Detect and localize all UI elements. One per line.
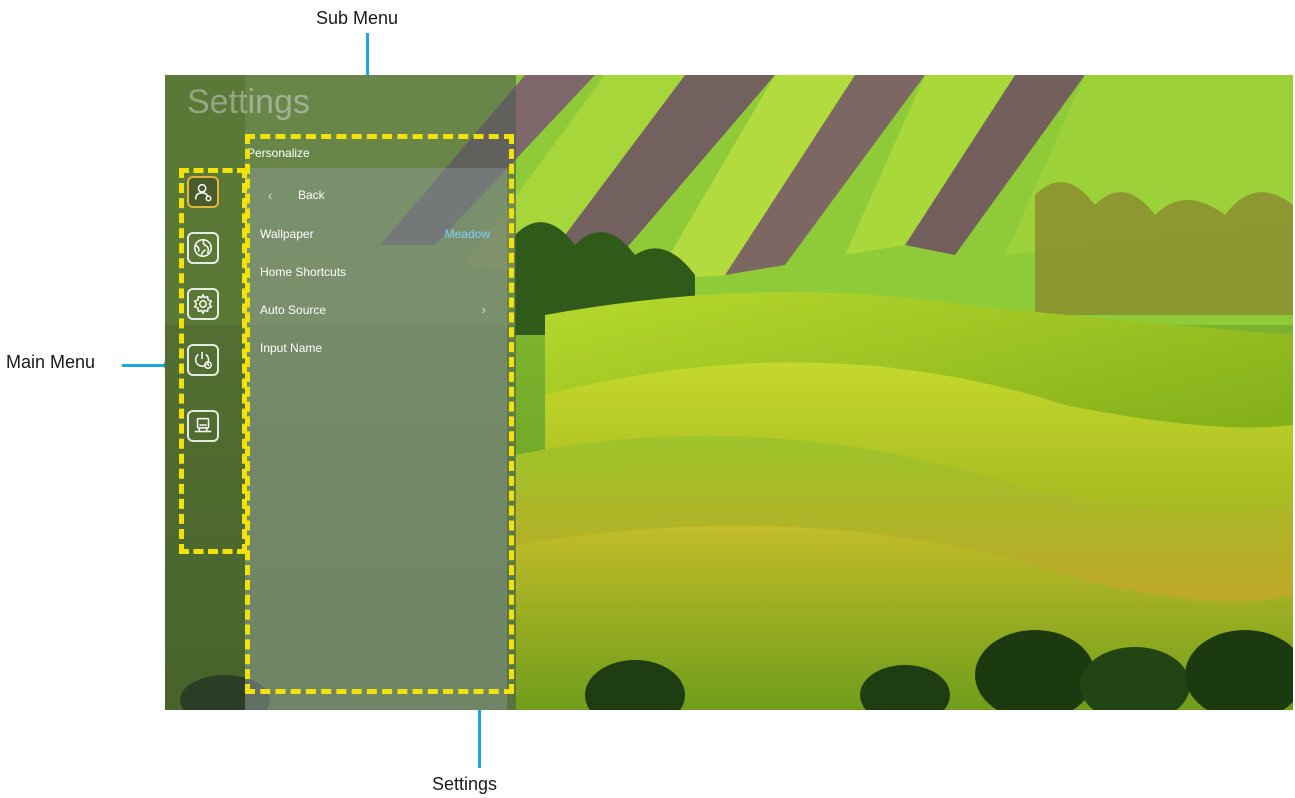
annotation-main-menu-line [122,364,170,367]
sub-menu-highlight [245,134,514,694]
annotation-main-menu-label: Main Menu [6,352,96,372]
annotation-sub-menu-label: Sub Menu [316,8,399,28]
annotation-settings-label: Settings [432,774,498,794]
main-menu-highlight [179,168,247,554]
